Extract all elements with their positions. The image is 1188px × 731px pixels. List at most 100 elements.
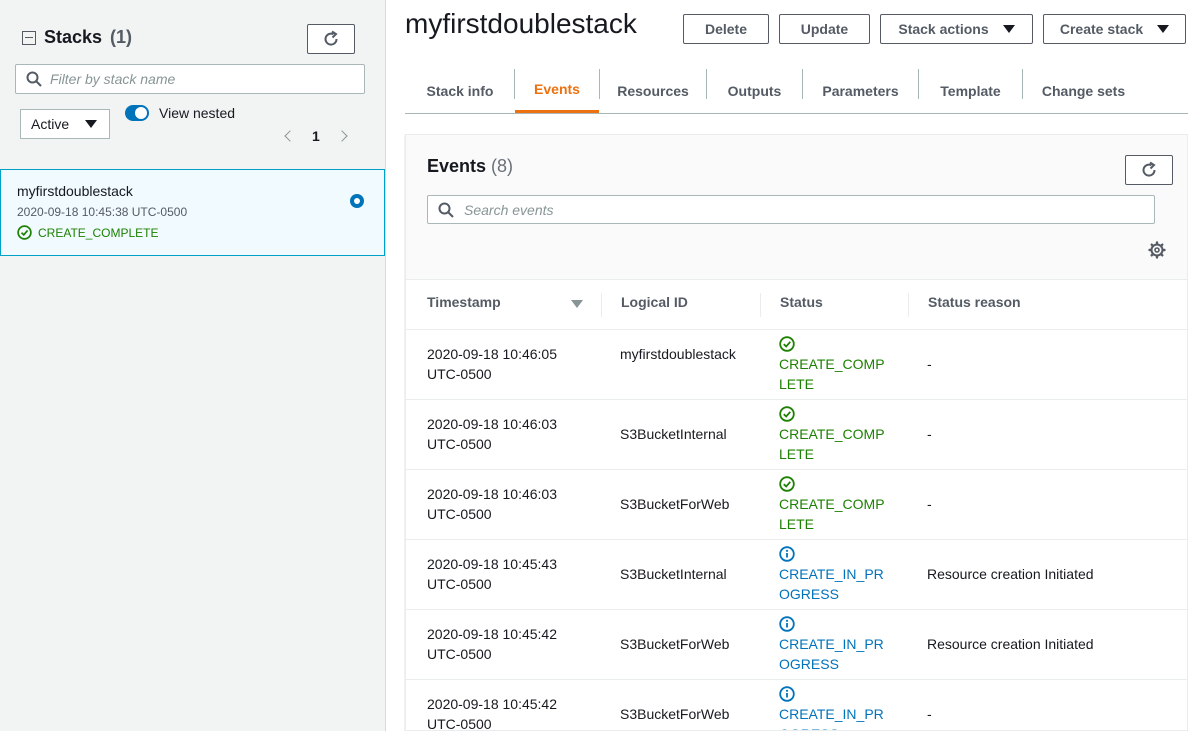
event-status: CREATE_COMPLETE [779, 474, 891, 534]
table-row: 2020-09-18 10:46:03 UTC-0500 S3BucketFor… [406, 469, 1187, 539]
stack-tabs: Stack info Events Resources Outputs Para… [405, 68, 1188, 114]
dropdown-icon [1002, 25, 1015, 33]
event-status-label: CREATE_IN_PROGRESS [779, 566, 884, 602]
column-divider [908, 293, 909, 317]
tab-change-sets[interactable]: Change sets [1023, 68, 1144, 113]
column-divider [601, 293, 602, 317]
info-circle-icon [779, 616, 795, 632]
tab-events[interactable]: Events [515, 68, 599, 113]
check-circle-icon [779, 406, 795, 422]
check-circle-icon [779, 336, 795, 352]
dropdown-icon [85, 120, 97, 128]
update-button[interactable]: Update [779, 14, 870, 44]
events-count: (8) [491, 156, 514, 176]
event-timestamp: 2020-09-18 10:45:43 UTC-0500 [427, 556, 557, 592]
event-status: CREATE_IN_PROGRESS [779, 544, 891, 604]
stack-actions-button[interactable]: Stack actions [880, 14, 1033, 44]
collapse-icon[interactable] [22, 30, 36, 45]
event-status: CREATE_IN_PROGRESS [779, 684, 891, 730]
delete-button[interactable]: Delete [683, 14, 769, 44]
info-circle-icon [779, 546, 795, 562]
stack-select-radio[interactable] [350, 194, 364, 208]
events-panel-header: Events (8) Search events [406, 135, 1187, 280]
refresh-icon [324, 30, 338, 46]
sort-descending-icon[interactable] [571, 300, 583, 308]
table-row: 2020-09-18 10:46:05 UTC-0500 myfirstdoub… [406, 329, 1187, 399]
status-filter-select[interactable]: Active [20, 109, 110, 139]
event-status-reason: - [927, 496, 932, 512]
events-title-label: Events [427, 156, 487, 176]
delete-label: Delete [704, 21, 748, 37]
tab-parameters[interactable]: Parameters [803, 68, 918, 113]
event-status: CREATE_IN_PROGRESS [779, 614, 891, 674]
tab-template[interactable]: Template [919, 68, 1022, 113]
event-status-reason: Resource creation Initiated [927, 566, 1094, 582]
check-circle-icon [17, 225, 32, 240]
search-icon [26, 71, 42, 87]
stack-name[interactable]: myfirstdoublestack [17, 183, 368, 199]
refresh-stacks-button[interactable] [307, 24, 355, 54]
stack-list-item[interactable]: myfirstdoublestack 2020-09-18 10:45:38 U… [0, 169, 385, 256]
event-logical-id: S3BucketInternal [620, 426, 727, 442]
refresh-icon [1142, 161, 1156, 177]
stack-created-time: 2020-09-18 10:45:38 UTC-0500 [17, 205, 188, 219]
tab-resources[interactable]: Resources [600, 68, 706, 113]
event-status-label: CREATE_IN_PROGRESS [779, 636, 884, 672]
stacks-count: (1) [110, 27, 133, 47]
info-circle-icon [779, 686, 795, 702]
gear-icon[interactable] [1148, 241, 1166, 259]
stack-actions-label: Stack actions [898, 21, 989, 37]
search-placeholder: Search events [464, 201, 554, 218]
events-title: Events (8) [427, 156, 513, 177]
event-status-reason: - [927, 356, 932, 372]
update-label: Update [800, 21, 849, 37]
stacks-panel: Stacks (1) Filter by stack name Active V… [0, 0, 386, 731]
column-header-logical-id[interactable]: Logical ID [621, 294, 688, 310]
event-timestamp: 2020-09-18 10:46:03 UTC-0500 [427, 486, 557, 522]
event-logical-id: S3BucketForWeb [620, 636, 730, 652]
column-divider [760, 293, 761, 317]
event-status: CREATE_COMPLETE [779, 404, 891, 464]
event-logical-id: myfirstdoublestack [620, 346, 736, 362]
refresh-events-button[interactable] [1125, 155, 1173, 185]
event-timestamp: 2020-09-18 10:45:42 UTC-0500 [427, 696, 557, 731]
event-status-reason: - [927, 426, 932, 442]
search-events-input[interactable]: Search events [427, 195, 1155, 224]
page-title: myfirstdoublestack [405, 8, 637, 39]
event-status-label: CREATE_COMPLETE [779, 426, 885, 462]
view-nested-label: View nested [159, 105, 236, 121]
event-timestamp: 2020-09-18 10:46:05 UTC-0500 [427, 346, 557, 382]
event-status-label: CREATE_IN_PROGRESS [779, 706, 884, 730]
event-status: CREATE_COMPLETE [779, 334, 891, 394]
pagination: 1 [284, 128, 348, 144]
event-timestamp: 2020-09-18 10:45:42 UTC-0500 [427, 626, 557, 662]
check-circle-icon [779, 476, 795, 492]
filter-placeholder: Filter by stack name [50, 71, 176, 87]
event-logical-id: S3BucketForWeb [620, 706, 730, 722]
filter-stacks-input[interactable]: Filter by stack name [15, 64, 365, 94]
column-header-timestamp[interactable]: Timestamp [427, 294, 501, 310]
event-status-reason: - [927, 706, 932, 722]
stack-status-label: CREATE_COMPLETE [38, 225, 159, 240]
event-status-label: CREATE_COMPLETE [779, 496, 885, 532]
tab-outputs[interactable]: Outputs [707, 68, 802, 113]
view-nested-toggle-group: View nested [125, 105, 235, 121]
events-panel: Events (8) Search events Timestamp Logic… [405, 134, 1188, 731]
table-row: 2020-09-18 10:45:42 UTC-0500 S3BucketFor… [406, 679, 1187, 731]
create-stack-button[interactable]: Create stack [1043, 14, 1186, 44]
table-row: 2020-09-18 10:45:42 UTC-0500 S3BucketFor… [406, 609, 1187, 679]
search-icon [438, 202, 454, 218]
current-page[interactable]: 1 [312, 128, 320, 144]
column-header-status[interactable]: Status [780, 294, 823, 310]
stacks-header: Stacks (1) [22, 27, 132, 48]
event-status-label: CREATE_COMPLETE [779, 356, 885, 392]
create-stack-label: Create stack [1059, 21, 1144, 37]
view-nested-toggle[interactable] [125, 105, 149, 121]
tab-stack-info[interactable]: Stack info [405, 68, 515, 113]
column-header-status-reason[interactable]: Status reason [928, 294, 1021, 310]
previous-page-icon[interactable] [284, 130, 296, 142]
next-page-icon[interactable] [336, 130, 348, 142]
stacks-title: Stacks [44, 27, 103, 47]
dropdown-icon [1157, 25, 1170, 33]
status-filter-value: Active [31, 116, 70, 132]
